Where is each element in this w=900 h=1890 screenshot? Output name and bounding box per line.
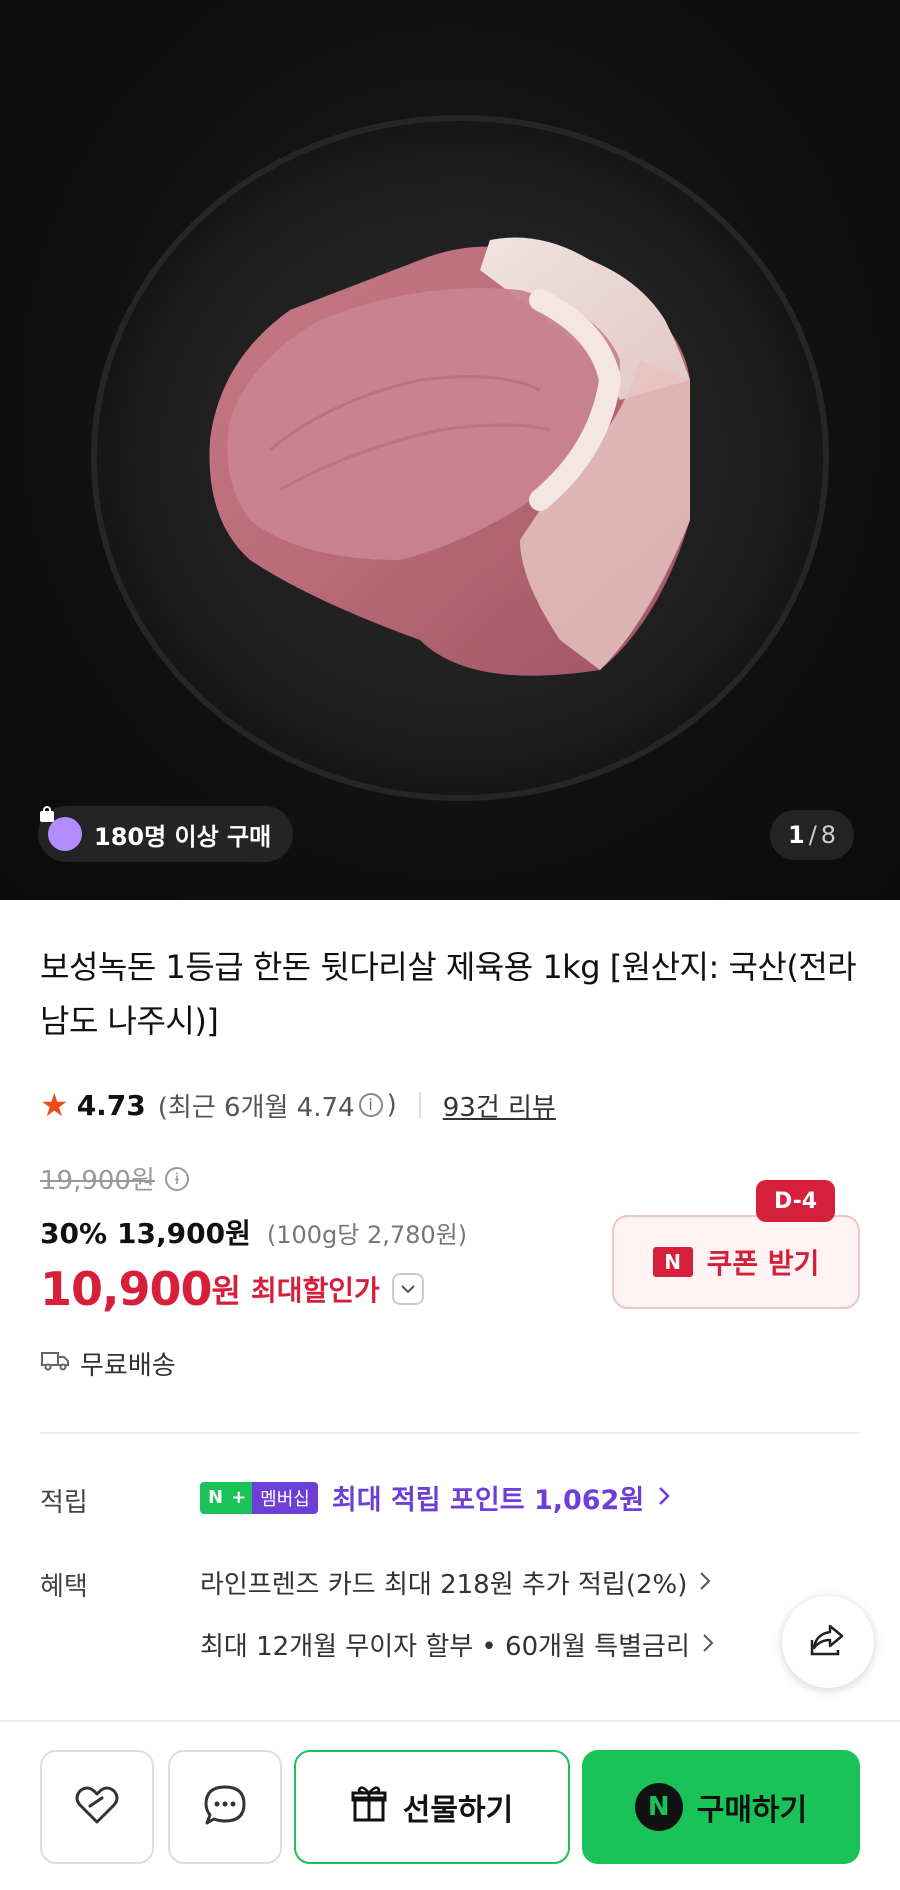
buy-label: 구매하기 xyxy=(696,1793,808,1828)
benefits-label: 혜택 xyxy=(40,1572,88,1602)
chevron-right-icon xyxy=(699,1568,711,1598)
buyers-count-badge: 180명 이상 구매 xyxy=(38,806,294,862)
discount-rate: 30% xyxy=(40,1217,108,1250)
info-icon[interactable]: i xyxy=(358,1093,383,1117)
divider xyxy=(418,1092,421,1118)
max-discount-currency: 원 xyxy=(211,1272,241,1310)
image-page-counter: 1 / 8 xyxy=(770,810,855,860)
original-price: 19,900원 xyxy=(40,1166,155,1196)
badge-membership: 멤버십 xyxy=(252,1481,318,1514)
rating-value: 4.73 xyxy=(76,1088,146,1122)
benefit-text: 라인프렌즈 카드 최대 218원 추가 적립(2%) xyxy=(200,1570,688,1600)
chevron-right-icon xyxy=(702,1630,714,1660)
max-discount-label: 최대할인가 xyxy=(250,1274,380,1307)
original-price-row: 19,900원 i xyxy=(40,1160,189,1197)
product-photo xyxy=(91,115,829,801)
naver-plus-membership-badge: N + 멤버십 xyxy=(200,1481,318,1514)
gift-label: 선물하기 xyxy=(402,1793,514,1828)
coupon-button[interactable]: N 쿠폰 받기 xyxy=(612,1215,860,1309)
benefit-text: 최대 12개월 무이자 할부 • 60개월 특별금리 xyxy=(200,1632,690,1662)
gift-icon xyxy=(351,1784,387,1830)
unit-price: (100g당 2,780원) xyxy=(266,1221,468,1249)
chat-bubble-icon xyxy=(202,1783,248,1831)
truck-icon xyxy=(40,1349,70,1379)
rating-recent: (최근 6개월 4.74 xyxy=(157,1092,355,1123)
benefit-item[interactable]: 최대 12개월 무이자 할부 • 60개월 특별금리 xyxy=(200,1626,714,1663)
rating-recent-close: ) xyxy=(386,1090,397,1120)
points-label: 적립 xyxy=(40,1488,88,1518)
product-title: 보성녹돈 1등급 한돈 뒷다리살 제육용 1kg [원산지: 국산(전라남도 나… xyxy=(40,948,857,1040)
chevron-right-icon xyxy=(658,1482,670,1513)
chevron-down-icon[interactable] xyxy=(391,1273,424,1305)
coupon-dday-badge: D-4 xyxy=(756,1180,836,1222)
shipping-text: 무료배송 xyxy=(80,1351,176,1381)
shipping-row: 무료배송 xyxy=(40,1345,176,1382)
points-text: 최대 적립 포인트 1,062원 xyxy=(331,1485,645,1516)
star-icon: ★ xyxy=(40,1086,69,1124)
share-button[interactable] xyxy=(782,1596,874,1688)
heart-icon xyxy=(74,1784,120,1830)
chat-button[interactable] xyxy=(168,1750,282,1864)
gift-button[interactable]: 선물하기 xyxy=(294,1750,570,1864)
benefit-item[interactable]: 라인프렌즈 카드 최대 218원 추가 적립(2%) xyxy=(200,1564,711,1601)
badge-n: N xyxy=(200,1481,232,1514)
wishlist-button[interactable] xyxy=(40,1750,154,1864)
max-discount-price: 10,900 xyxy=(40,1262,213,1316)
share-icon xyxy=(808,1622,848,1662)
page-separator: / xyxy=(808,821,817,849)
badge-plus: + xyxy=(231,1481,253,1514)
page-total: 8 xyxy=(820,821,837,849)
rating-row: ★ 4.73 (최근 6개월 4.74 i ) 93건 리뷰 xyxy=(40,1085,556,1125)
section-divider xyxy=(40,1432,860,1434)
bottom-action-bar: 선물하기 N 구매하기 xyxy=(0,1720,900,1890)
buy-button[interactable]: N 구매하기 xyxy=(582,1750,860,1864)
price-info-icon[interactable]: i xyxy=(164,1166,189,1191)
sale-price: 13,900원 xyxy=(117,1217,251,1250)
product-image-carousel[interactable]: 180명 이상 구매 1 / 8 xyxy=(0,0,900,900)
max-discount-row[interactable]: 10,900 원 최대할인가 xyxy=(40,1262,424,1316)
sale-price-row: 30% 13,900원 (100g당 2,780원) xyxy=(40,1212,467,1252)
shopping-bag-icon xyxy=(40,806,82,851)
naver-n-icon: N xyxy=(652,1247,693,1277)
naver-n-icon: N xyxy=(634,1783,683,1831)
buyers-count-text: 180명 이상 구매 xyxy=(94,822,272,851)
coupon-label: 쿠폰 받기 xyxy=(706,1247,820,1280)
review-count-link[interactable]: 93건 리뷰 xyxy=(443,1087,556,1124)
page-current: 1 xyxy=(788,821,805,849)
points-row[interactable]: N + 멤버십 최대 적립 포인트 1,062원 xyxy=(200,1478,670,1517)
